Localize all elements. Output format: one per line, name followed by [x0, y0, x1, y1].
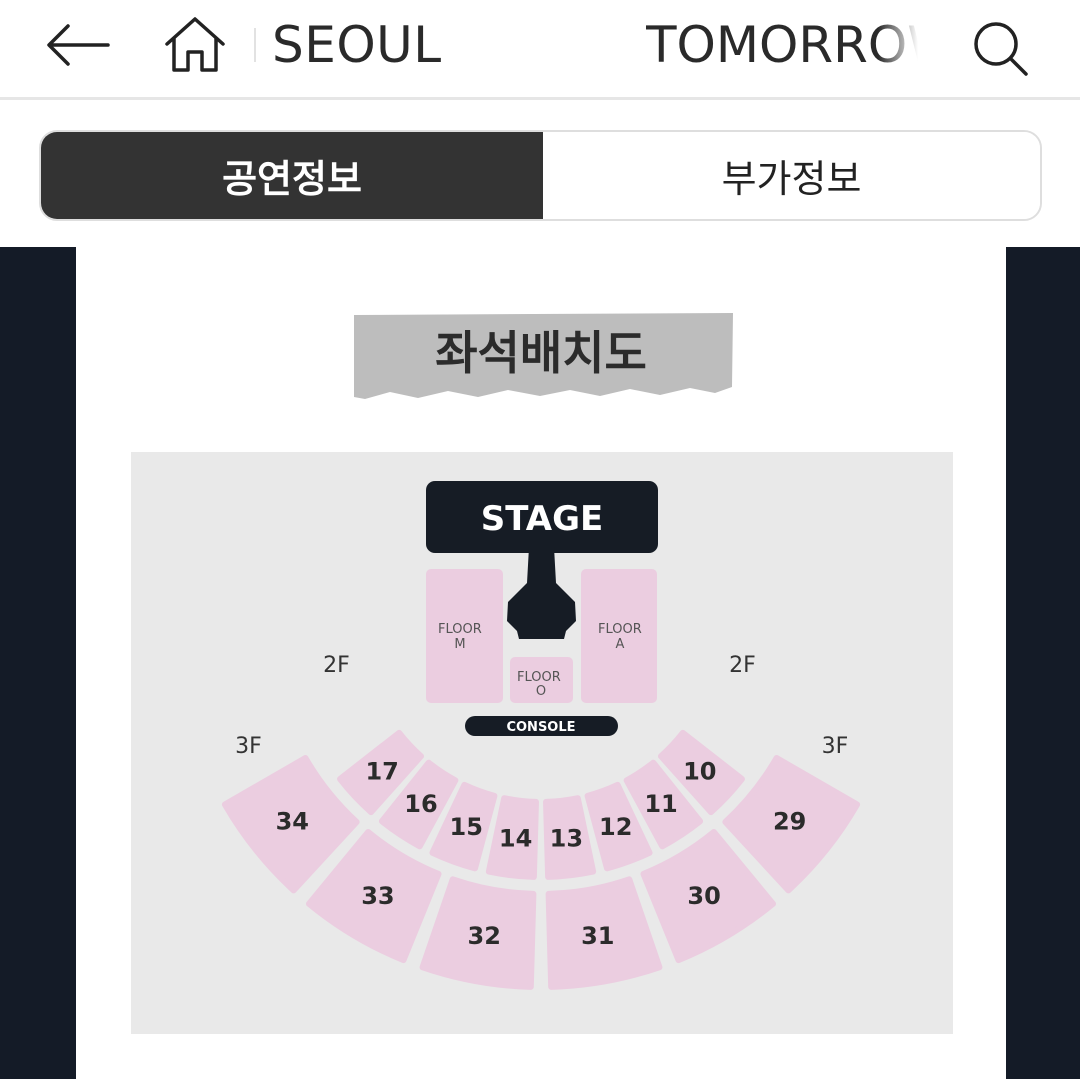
floor-m-label-line2: M	[454, 637, 465, 652]
level-label-3f-right: 3F	[822, 734, 849, 759]
seat-map-title: 좌석배치도	[435, 326, 647, 380]
top-navigation-bar: SEOUL TOMORROW	[0, 0, 1080, 100]
tab-performance-info[interactable]: 공연정보	[41, 132, 543, 219]
seat-section-label: 10	[683, 757, 716, 785]
seat-map-poster: 좌석배치도 STAGE FLOOR M FLOOR A FLOOR O CONS…	[0, 247, 1080, 1079]
seat-section-label: 12	[599, 813, 632, 841]
seat-section-label: 33	[361, 882, 394, 910]
seat-section-label: 32	[468, 922, 501, 950]
left-side-panel	[0, 247, 76, 1079]
level-label-3f-left: 3F	[235, 734, 262, 759]
seat-map-image: 좌석배치도 STAGE FLOOR M FLOOR A FLOOR O CONS…	[0, 247, 1080, 1079]
tab-additional-info[interactable]: 부가정보	[543, 132, 1040, 219]
level-label-2f-left: 2F	[323, 653, 350, 678]
seat-section-label: 11	[644, 790, 677, 818]
floor-o-label-line2: O	[536, 684, 546, 699]
info-tabs: 공연정보 부가정보	[39, 130, 1042, 221]
seat-section-label: 13	[550, 825, 583, 853]
floor-a-label-line1: FLOOR	[598, 622, 642, 637]
seat-section-label: 30	[687, 882, 720, 910]
floor-a-label-line2: A	[615, 637, 624, 652]
seat-section-label: 34	[276, 808, 309, 836]
seat-section-label: 17	[365, 757, 398, 785]
level-label-2f-right: 2F	[729, 653, 756, 678]
tour-name-title: TOMORROW	[646, 14, 918, 76]
back-arrow-icon[interactable]	[44, 20, 112, 70]
seat-section-label: 14	[499, 825, 532, 853]
seat-section-label: 16	[404, 790, 437, 818]
city-title: SEOUL	[272, 16, 442, 74]
floor-o-label-line1: FLOOR	[517, 670, 561, 685]
right-side-panel	[1006, 247, 1080, 1079]
home-icon[interactable]	[162, 14, 228, 76]
console-label: CONSOLE	[506, 720, 575, 735]
header-divider	[254, 28, 256, 62]
stage-label: STAGE	[481, 499, 604, 539]
search-icon[interactable]	[968, 16, 1032, 80]
floor-m-label-line1: FLOOR	[438, 622, 482, 637]
seat-section-label: 29	[773, 808, 806, 836]
seat-section-label: 31	[581, 922, 614, 950]
seat-section-label: 15	[450, 813, 483, 841]
